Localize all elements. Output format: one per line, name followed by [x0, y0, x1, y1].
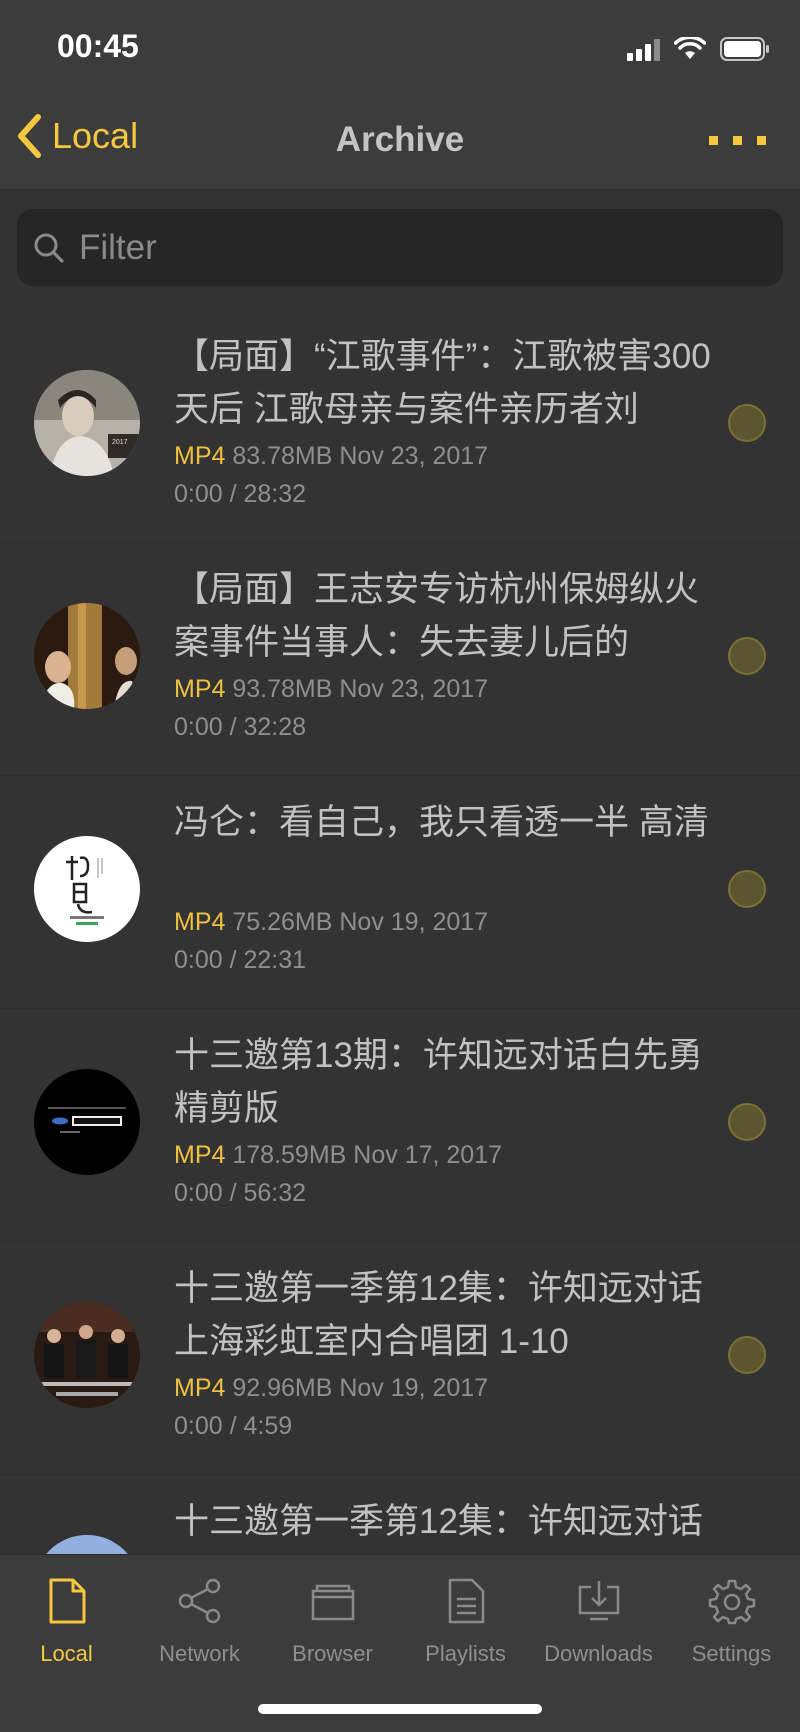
wifi-icon — [674, 37, 706, 59]
item-size: 83.78MB — [232, 442, 333, 470]
unplayed-indicator — [728, 1103, 766, 1141]
download-icon — [578, 1581, 619, 1621]
tab-local[interactable]: Local — [0, 1575, 133, 1667]
unplayed-indicator — [728, 1336, 766, 1374]
item-format: MP4 — [174, 908, 226, 936]
tab-downloads[interactable]: Downloads — [532, 1575, 665, 1667]
list-item[interactable]: 十三邀第13期：许知远对话白先勇精剪版 MP4 178.59MB Nov 17,… — [0, 1009, 800, 1242]
svg-text:2017: 2017 — [112, 439, 128, 446]
tab-label: Browser — [292, 1641, 373, 1666]
item-title: 十三邀第一季第12集：许知远对话上海彩虹室内合唱团 — [174, 1502, 703, 1541]
tab-browser[interactable]: Browser — [266, 1575, 399, 1667]
video-thumbnail — [34, 836, 140, 942]
video-thumbnail — [34, 1302, 140, 1408]
media-list: 2017 【局面】“江歌事件”：江歌被害300天后 江歌母亲与案件亲历者刘 MP… — [0, 310, 800, 1554]
item-title: 十三邀第13期：许知远对话白先勇精剪版 — [174, 1036, 703, 1128]
more-dot-icon — [733, 136, 742, 145]
item-format: MP4 — [174, 675, 226, 703]
video-thumbnail: 2017 — [34, 370, 140, 476]
item-title: 【局面】王志安专访杭州保姆纵火案事件当事人：失去妻儿后的 — [174, 570, 700, 662]
tab-label: Downloads — [544, 1641, 653, 1666]
playlist-icon — [448, 1578, 484, 1624]
cellular-signal-icon — [627, 37, 660, 61]
tab-label: Playlists — [425, 1641, 506, 1666]
list-item[interactable]: 十三邀第一季第12集：许知远对话上海彩虹室内合唱团 — [0, 1475, 800, 1554]
item-format: MP4 — [174, 442, 226, 470]
item-format: MP4 — [174, 1141, 226, 1169]
list-item[interactable]: 十三邀第一季第12集：许知远对话上海彩虹室内合唱团 1-10 MP4 92.96… — [0, 1242, 800, 1475]
item-date: Nov 23, 2017 — [339, 442, 489, 470]
tab-label: Network — [159, 1641, 240, 1666]
item-size: 75.26MB — [232, 908, 333, 936]
item-meta: MP4 178.59MB Nov 17, 2017 — [174, 1141, 502, 1170]
filter-bar[interactable] — [17, 209, 783, 286]
unplayed-indicator — [728, 404, 766, 442]
item-size: 178.59MB — [232, 1141, 347, 1169]
item-meta: MP4 92.96MB Nov 19, 2017 — [174, 1374, 488, 1403]
browser-icon — [311, 1584, 354, 1621]
unplayed-indicator — [728, 637, 766, 675]
item-format: MP4 — [174, 1374, 226, 1402]
list-item[interactable]: 2017 【局面】“江歌事件”：江歌被害300天后 江歌母亲与案件亲历者刘 MP… — [0, 310, 800, 543]
item-date: Nov 19, 2017 — [339, 1374, 489, 1402]
more-button[interactable] — [709, 136, 766, 145]
item-progress: 0:00 / 32:28 — [174, 713, 307, 741]
page-title: Archive — [335, 120, 465, 159]
filter-input[interactable] — [79, 227, 729, 268]
unplayed-indicator — [728, 870, 766, 908]
search-icon — [34, 233, 64, 263]
item-meta: MP4 93.78MB Nov 23, 2017 — [174, 675, 488, 704]
video-thumbnail — [34, 1535, 140, 1554]
status-time: 00:45 — [57, 28, 139, 64]
item-progress: 0:00 / 4:59 — [174, 1412, 293, 1440]
more-dot-icon — [709, 136, 718, 145]
home-indicator[interactable] — [258, 1704, 542, 1714]
item-size: 92.96MB — [232, 1374, 333, 1402]
item-title: 冯仑：看自己，我只看透一半 高清 — [174, 803, 709, 842]
top-bar: 00:45 Local Archive — [0, 0, 800, 190]
item-meta: MP4 83.78MB Nov 23, 2017 — [174, 442, 488, 471]
item-progress: 0:00 / 56:32 — [174, 1179, 307, 1207]
document-icon — [49, 1578, 85, 1624]
item-progress: 0:00 / 28:32 — [174, 480, 307, 508]
gear-icon — [708, 1579, 755, 1625]
item-size: 93.78MB — [232, 675, 333, 703]
tab-label: Settings — [691, 1641, 772, 1666]
more-dot-icon — [757, 136, 766, 145]
item-title: 十三邀第一季第12集：许知远对话上海彩虹室内合唱团 1-10 — [174, 1269, 703, 1361]
item-progress: 0:00 / 22:31 — [174, 946, 307, 974]
list-item[interactable]: 【局面】王志安专访杭州保姆纵火案事件当事人：失去妻儿后的 MP4 93.78MB… — [0, 543, 800, 776]
item-title: 【局面】“江歌事件”：江歌被害300天后 江歌母亲与案件亲历者刘 — [174, 337, 711, 429]
tab-label: Local — [40, 1641, 93, 1666]
status-icons — [627, 34, 770, 64]
item-date: Nov 19, 2017 — [339, 908, 489, 936]
item-meta: MP4 75.26MB Nov 19, 2017 — [174, 908, 488, 937]
tab-network[interactable]: Network — [133, 1575, 266, 1667]
item-date: Nov 17, 2017 — [353, 1141, 502, 1169]
share-icon — [178, 1578, 220, 1624]
video-thumbnail — [34, 603, 140, 709]
video-thumbnail — [34, 1069, 140, 1175]
tab-playlists[interactable]: Playlists — [399, 1575, 532, 1667]
tab-settings[interactable]: Settings — [665, 1575, 798, 1667]
battery-icon — [720, 37, 769, 61]
list-item[interactable]: 冯仑：看自己，我只看透一半 高清 MP4 75.26MB Nov 19, 201… — [0, 776, 800, 1009]
item-date: Nov 23, 2017 — [339, 675, 489, 703]
